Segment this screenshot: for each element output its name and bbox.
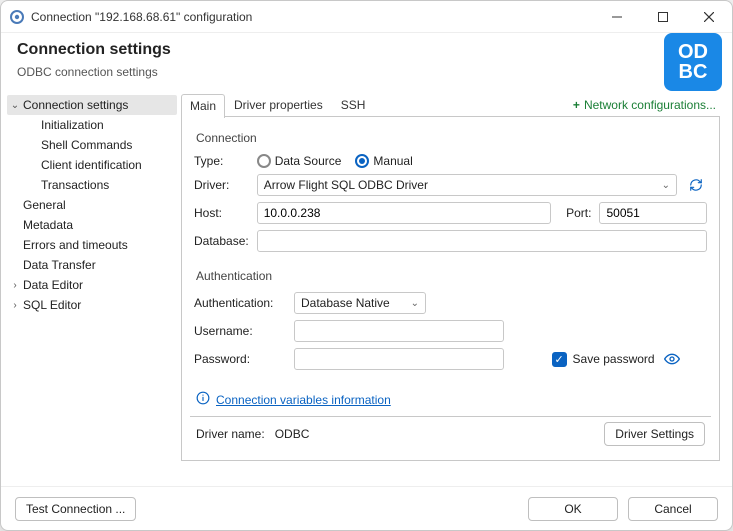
nav-shell-commands[interactable]: Shell Commands bbox=[25, 135, 177, 155]
nav-item-label: Client identification bbox=[41, 158, 142, 172]
save-password-label: Save password bbox=[573, 352, 655, 366]
page-subtitle: ODBC connection settings bbox=[17, 65, 720, 79]
dialog-body: ⌄ Connection settings Initialization She… bbox=[1, 91, 732, 486]
test-connection-button[interactable]: Test Connection ... bbox=[15, 497, 136, 521]
nav-initialization[interactable]: Initialization bbox=[25, 115, 177, 135]
radio-data-source[interactable]: Data Source bbox=[257, 154, 342, 168]
tab-strip: Main Driver properties SSH + Network con… bbox=[181, 93, 720, 117]
nav-item-label: Connection settings bbox=[23, 98, 128, 112]
tab-label: SSH bbox=[341, 98, 366, 112]
tab-driver-properties[interactable]: Driver properties bbox=[225, 93, 332, 117]
driver-combobox[interactable]: Arrow Flight SQL ODBC Driver ⌄ bbox=[257, 174, 677, 196]
database-input[interactable] bbox=[257, 230, 707, 252]
odbc-logo-top: OD bbox=[678, 42, 708, 62]
close-button[interactable] bbox=[686, 1, 732, 33]
nav-client-identification[interactable]: Client identification bbox=[25, 155, 177, 175]
tab-main[interactable]: Main bbox=[181, 94, 225, 118]
database-label: Database: bbox=[190, 227, 253, 255]
refresh-drivers-button[interactable] bbox=[685, 174, 707, 196]
section-authentication-title: Authentication bbox=[196, 269, 711, 283]
username-input[interactable] bbox=[294, 320, 504, 342]
radio-label: Manual bbox=[373, 154, 412, 168]
nav-general[interactable]: General bbox=[7, 195, 177, 215]
plus-icon: + bbox=[573, 98, 580, 112]
ok-button[interactable]: OK bbox=[528, 497, 618, 521]
config-dialog: Connection "192.168.68.61" configuration… bbox=[0, 0, 733, 531]
driver-name-label: Driver name: bbox=[196, 427, 275, 441]
host-label: Host: bbox=[190, 199, 253, 227]
window-title: Connection "192.168.68.61" configuration bbox=[31, 10, 588, 24]
network-configurations-link[interactable]: + Network configurations... bbox=[569, 98, 720, 112]
chevron-down-icon: ⌄ bbox=[9, 100, 21, 111]
chevron-right-icon: › bbox=[9, 300, 21, 311]
username-label: Username: bbox=[190, 317, 290, 345]
window-controls bbox=[594, 1, 732, 33]
form-area: Connection Type: Data Source bbox=[181, 117, 720, 486]
nav-item-label: SQL Editor bbox=[23, 298, 81, 312]
tab-label: Driver properties bbox=[234, 98, 323, 112]
network-configurations-label: Network configurations... bbox=[584, 98, 716, 112]
odbc-logo: OD BC bbox=[664, 33, 722, 91]
driver-name-row: Driver name: ODBC Driver Settings bbox=[190, 416, 711, 450]
type-label: Type: bbox=[190, 151, 253, 171]
tab-label: Main bbox=[190, 99, 216, 113]
radio-icon bbox=[355, 154, 369, 168]
chevron-down-icon: ⌄ bbox=[411, 298, 419, 309]
driver-settings-button[interactable]: Driver Settings bbox=[604, 422, 705, 446]
nav-item-label: Transactions bbox=[41, 178, 109, 192]
password-input[interactable] bbox=[294, 348, 504, 370]
radio-manual[interactable]: Manual bbox=[355, 154, 412, 168]
dialog-footer: Test Connection ... OK Cancel bbox=[1, 486, 732, 530]
nav-item-label: Metadata bbox=[23, 218, 73, 232]
authentication-label: Authentication: bbox=[190, 289, 290, 317]
radio-icon bbox=[257, 154, 271, 168]
main-panel: Main Driver properties SSH + Network con… bbox=[177, 91, 728, 486]
nav-item-label: Errors and timeouts bbox=[23, 238, 128, 252]
nav-data-editor[interactable]: ›Data Editor bbox=[7, 275, 177, 295]
nav-transactions[interactable]: Transactions bbox=[25, 175, 177, 195]
driver-value: Arrow Flight SQL ODBC Driver bbox=[264, 178, 428, 192]
maximize-button[interactable] bbox=[640, 1, 686, 33]
port-input[interactable] bbox=[599, 202, 707, 224]
connection-variables-link[interactable]: Connection variables information bbox=[216, 393, 391, 407]
nav-errors-timeouts[interactable]: Errors and timeouts bbox=[7, 235, 177, 255]
type-radio-group: Data Source Manual bbox=[257, 154, 707, 168]
chevron-right-icon: › bbox=[9, 280, 21, 291]
nav-metadata[interactable]: Metadata bbox=[7, 215, 177, 235]
authentication-combobox[interactable]: Database Native ⌄ bbox=[294, 292, 426, 314]
reveal-password-button[interactable] bbox=[661, 348, 683, 370]
nav-connection-settings[interactable]: ⌄ Connection settings bbox=[7, 95, 177, 115]
save-password-checkbox[interactable]: ✓ bbox=[552, 352, 567, 367]
tab-ssh[interactable]: SSH bbox=[332, 93, 375, 117]
header-band: Connection settings ODBC connection sett… bbox=[1, 33, 732, 91]
app-icon bbox=[9, 9, 25, 25]
driver-name-value: ODBC bbox=[275, 427, 310, 441]
nav-sql-editor[interactable]: ›SQL Editor bbox=[7, 295, 177, 315]
connection-variables-row: Connection variables information bbox=[196, 391, 711, 408]
password-label: Password: bbox=[190, 345, 290, 373]
page-title: Connection settings bbox=[17, 41, 720, 59]
info-icon bbox=[196, 391, 210, 408]
authentication-value: Database Native bbox=[301, 296, 390, 310]
nav-tree: ⌄ Connection settings Initialization She… bbox=[1, 91, 177, 486]
cancel-button[interactable]: Cancel bbox=[628, 497, 718, 521]
host-input[interactable] bbox=[257, 202, 552, 224]
nav-item-label: Initialization bbox=[41, 118, 104, 132]
minimize-button[interactable] bbox=[594, 1, 640, 33]
section-connection-title: Connection bbox=[196, 131, 711, 145]
driver-label: Driver: bbox=[190, 171, 253, 199]
nav-item-label: Data Editor bbox=[23, 278, 83, 292]
nav-item-label: Data Transfer bbox=[23, 258, 96, 272]
form-inner: Connection Type: Data Source bbox=[181, 117, 720, 461]
chevron-down-icon: ⌄ bbox=[662, 180, 670, 191]
port-label: Port: bbox=[555, 199, 595, 227]
title-bar: Connection "192.168.68.61" configuration bbox=[1, 1, 732, 33]
radio-label: Data Source bbox=[275, 154, 342, 168]
nav-item-label: Shell Commands bbox=[41, 138, 132, 152]
odbc-logo-bottom: BC bbox=[679, 62, 708, 82]
nav-item-label: General bbox=[23, 198, 66, 212]
nav-data-transfer[interactable]: Data Transfer bbox=[7, 255, 177, 275]
